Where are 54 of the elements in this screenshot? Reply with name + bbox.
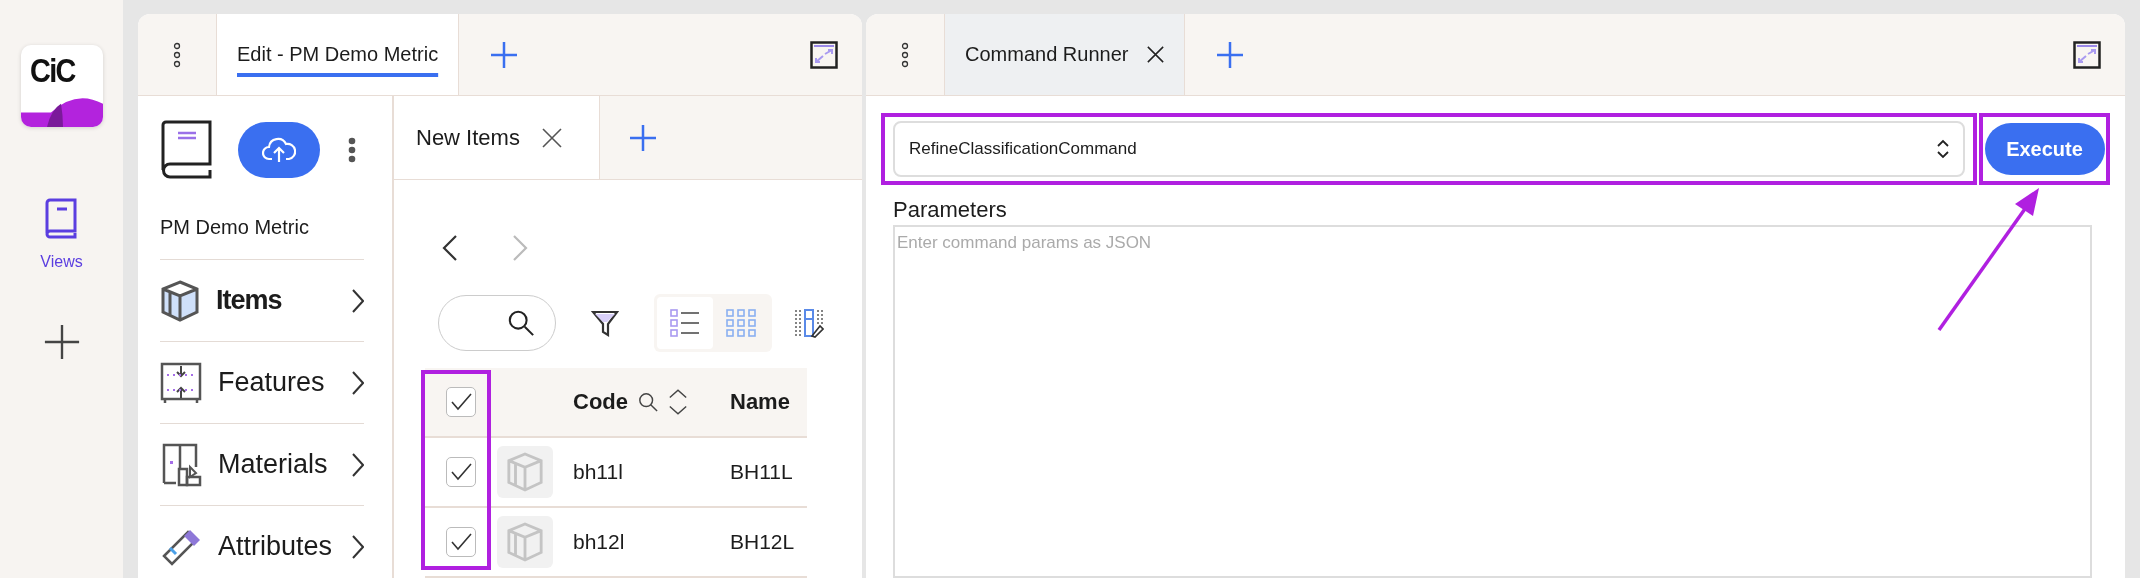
close-icon[interactable] [541, 127, 562, 148]
chevron-right-icon [352, 452, 364, 477]
command-select[interactable]: RefineClassificationCommand [893, 121, 1965, 177]
expand-icon[interactable] [810, 40, 838, 69]
list-tab[interactable]: New Items [394, 96, 600, 179]
parameters-field[interactable]: Enter command params as JSON [893, 225, 2092, 578]
search-icon[interactable] [638, 392, 658, 412]
list-view-button[interactable] [657, 297, 713, 349]
chevron-right-icon [352, 534, 364, 559]
upload-button[interactable] [238, 122, 320, 178]
more-options-icon[interactable] [173, 41, 181, 68]
chevron-right-icon [352, 288, 364, 313]
table-cell: BH11L [730, 460, 793, 484]
add-tab-icon[interactable] [491, 41, 518, 68]
expand-icon[interactable] [2073, 40, 2101, 69]
command-runner-tab[interactable]: Command Runner [945, 14, 1185, 95]
column-edit-icon[interactable] [794, 308, 824, 338]
app-logo[interactable]: CiC [20, 45, 103, 127]
row-checkbox[interactable] [446, 457, 476, 487]
table-cell: BH12L [730, 530, 795, 554]
more-options-icon[interactable] [901, 41, 909, 68]
item-thumbnail [497, 516, 553, 568]
table-cell: bh11l [573, 460, 623, 484]
compress-frame-icon [160, 361, 202, 404]
up-down-chevron-icon [1937, 139, 1949, 159]
execute-button[interactable]: Execute [1984, 123, 2105, 175]
table-cell: bh12l [573, 530, 625, 554]
cloud-upload-icon [262, 137, 296, 163]
add-icon[interactable] [42, 323, 81, 361]
more-options-icon[interactable] [348, 137, 356, 163]
parameters-label: Parameters [893, 197, 1008, 223]
list-icon [670, 309, 700, 337]
filter-icon[interactable] [591, 309, 619, 337]
sidebar-item[interactable]: Materials [160, 424, 364, 506]
book-icon [160, 120, 214, 180]
column-header[interactable]: Code [573, 386, 730, 418]
cube-icon [160, 279, 200, 322]
cabinet-swatches-icon [160, 442, 202, 487]
column-header[interactable]: Name [730, 389, 807, 415]
item-thumbnail [497, 446, 553, 498]
chevron-right-icon [352, 370, 364, 395]
grid-icon [726, 309, 756, 337]
sidebar-item[interactable]: Items [160, 260, 364, 342]
add-tab-icon[interactable] [630, 124, 656, 151]
select-all-checkbox[interactable] [446, 387, 476, 417]
close-icon[interactable] [1147, 46, 1164, 63]
editor-tab[interactable]: Edit - PM Demo Metric [217, 14, 460, 95]
sidebar-item[interactable]: Features [160, 342, 364, 424]
add-tab-icon[interactable] [1217, 41, 1243, 68]
project-title: PM Demo Metric [160, 216, 364, 260]
sidebar-item[interactable]: Attributes [160, 506, 364, 578]
search-icon [507, 309, 535, 337]
row-checkbox[interactable] [446, 527, 476, 557]
views-nav-item[interactable]: Views [40, 197, 83, 271]
